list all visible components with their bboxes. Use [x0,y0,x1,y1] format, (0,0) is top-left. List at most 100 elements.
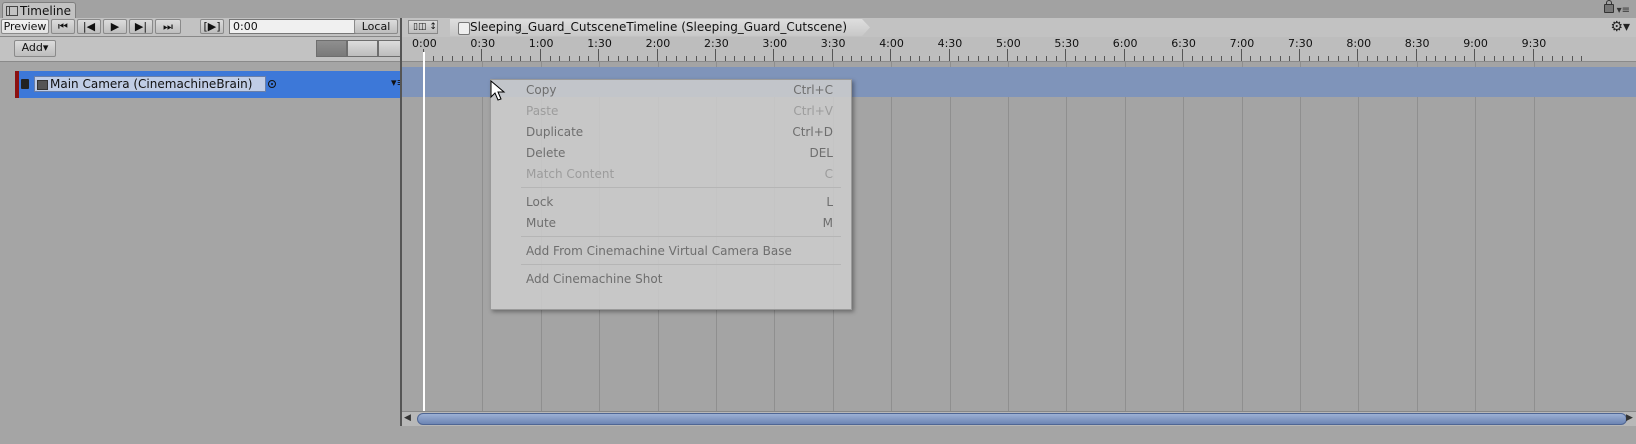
previous-frame-icon[interactable]: |◀ [77,19,101,34]
lock-icon[interactable] [1604,0,1614,13]
ruler-minor-tick [744,56,746,61]
ruler-minor-tick [559,56,561,61]
camera-object-icon [37,80,48,90]
ruler-minor-tick [471,56,473,61]
ruler-minor-tick [510,56,512,61]
ruler-major-tick [715,49,716,61]
ruler-major-tick [1299,49,1300,61]
playhead-line[interactable] [423,52,425,444]
ruler-minor-tick [1367,56,1369,61]
ruler-minor-tick [1055,56,1057,61]
ruler-minor-tick [802,56,804,61]
ruler-label: 1:30 [587,37,612,50]
ruler-major-tick [1065,49,1067,61]
gear-icon[interactable]: ⚙▾ [1610,19,1630,35]
ruler-minor-tick [1191,56,1193,61]
mix-mode-icon[interactable] [316,40,347,57]
menu-item-shortcut: M [822,216,833,230]
ruler-minor-tick [1337,56,1339,61]
ruler-minor-tick [491,56,493,61]
add-track-button[interactable]: Add▾ [14,40,56,57]
menu-item-lock[interactable]: Lock L [491,192,851,212]
timeline-gridline [1183,62,1185,412]
ruler-label: 6:00 [1112,37,1138,50]
ruler-minor-tick [1513,56,1515,61]
breadcrumb-bar: ▯◫ ↕ Sleeping_Guard_CutsceneTimeline (Sl… [402,18,1636,38]
ruler-minor-tick [1279,56,1281,61]
preview-button[interactable]: Preview [1,19,49,34]
ruler-minor-tick [588,56,590,61]
menu-item-mute[interactable]: Mute M [491,213,851,233]
ruler-minor-tick [1445,56,1446,61]
local-time-button[interactable]: Local [354,19,398,34]
next-frame-icon[interactable]: ▶| [129,19,153,34]
ruler-major-tick [481,49,483,61]
menu-item-label: Copy [526,83,557,97]
ripple-mode-icon[interactable] [347,40,378,57]
menu-item-duplicate[interactable]: Duplicate Ctrl+D [491,122,851,142]
ruler-minor-tick [812,56,814,61]
ruler-label: 9:30 [1521,37,1547,50]
time-field[interactable]: 0:00 [229,19,373,34]
window-tab-strip [0,0,1636,19]
object-picker-icon[interactable] [268,80,276,88]
ruler-minor-tick [870,56,872,61]
menu-item-paste: Paste Ctrl+V [491,101,851,121]
ruler-minor-tick [461,56,463,61]
jump-to-start-icon[interactable]: ⏮ [51,19,75,34]
ruler-minor-tick [1075,56,1077,61]
menu-item-label: Add From Cinemachine Virtual Camera Base [526,244,792,258]
play-icon[interactable]: ▶ [103,19,127,34]
menu-item-label: Add Cinemachine Shot [526,272,663,286]
track-toolbar: Add▾ [0,37,409,62]
window-menu-icon[interactable]: ▾≡ [1617,5,1630,16]
ruler-minor-tick [607,56,609,61]
ruler-minor-tick [792,56,794,61]
timeline-gridline [1475,62,1477,412]
scroll-left-icon[interactable]: ◀ [404,413,411,423]
ruler-label: 8:30 [1404,37,1430,50]
ruler-minor-tick [1522,56,1524,61]
menu-item-delete[interactable]: Delete DEL [491,143,851,163]
jump-to-end-icon[interactable]: ⏭ [155,19,181,34]
menu-item-copy[interactable]: Copy Ctrl+C [491,80,851,100]
ruler-minor-tick [851,56,853,61]
ruler-minor-tick [1435,56,1437,61]
ruler-label: 5:30 [1054,37,1080,50]
view-toggle-icon[interactable]: ▯◫ ↕ [408,20,438,34]
tab-timeline[interactable]: Timeline [2,2,76,19]
timeline-gridline [1066,62,1068,412]
ruler-minor-tick [1143,56,1145,61]
ruler-minor-tick [1464,56,1466,61]
ruler-minor-tick [1552,56,1554,61]
ruler-minor-tick [997,56,999,61]
scrollbar-thumb[interactable] [417,413,1627,425]
ruler-minor-tick [1016,56,1018,61]
play-range-icon[interactable]: [▶] [200,19,224,34]
ruler-minor-tick [1347,56,1349,61]
menu-item-add-cinemachine-shot[interactable]: Add Cinemachine Shot [491,269,851,289]
ruler-minor-tick [1250,56,1252,61]
ruler-major-tick [773,49,775,61]
ruler-minor-tick [549,56,551,61]
menu-item-shortcut: C [824,167,833,181]
timeline-gridline [1241,62,1243,412]
ruler-label: 0:00 [412,37,437,50]
ruler-major-tick [1474,49,1476,61]
ruler-label: 6:30 [1171,37,1196,50]
time-ruler[interactable]: 0:00 0:30 1:00 1:30 2:00 2:30 3:00 3:30 4:00 4:30… [402,37,1636,62]
ruler-minor-tick [724,56,726,61]
ruler-major-tick [1007,49,1008,61]
ruler-minor-tick [500,56,502,61]
ruler-minor-tick [1211,56,1213,61]
ruler-minor-tick [977,56,979,61]
ruler-minor-tick [753,56,755,61]
ruler-minor-tick [783,56,785,61]
ruler-major-tick [1415,49,1417,61]
ruler-minor-tick [1376,56,1378,61]
menu-item-label: Duplicate [526,125,584,139]
context-menu: Copy Ctrl+C Paste Ctrl+V Duplicate Ctrl+D Dele… [490,79,852,310]
menu-item-add-from-cinemachine-virtual-camera-base[interactable]: Add From Cinemachine Virtual Camera Base [491,241,851,261]
panel-splitter[interactable] [400,18,402,444]
scroll-right-icon[interactable]: ▶ [1626,413,1633,423]
